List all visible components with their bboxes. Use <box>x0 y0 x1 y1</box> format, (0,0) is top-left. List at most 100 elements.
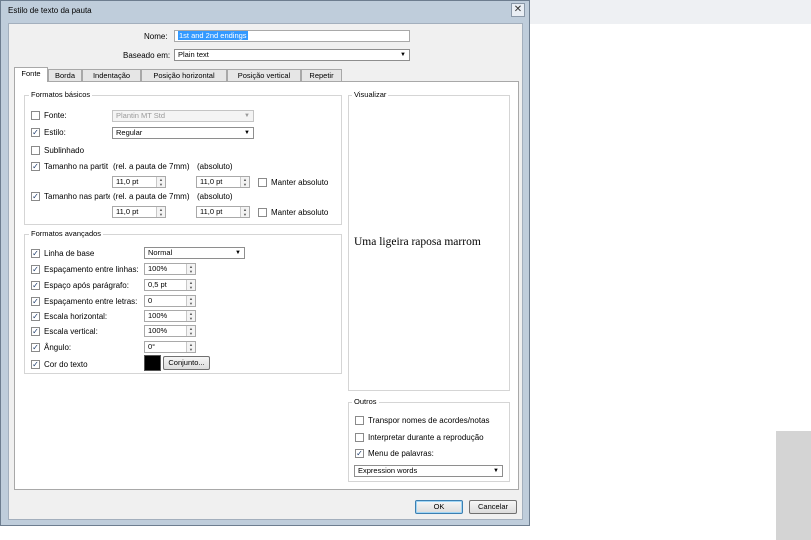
keep-abs-parts-checkbox[interactable] <box>258 208 267 217</box>
transpose-label: Transpor nomes de acordes/notas <box>368 416 490 425</box>
chevron-down-icon: ▼ <box>493 468 499 474</box>
hscale-label: Escala horizontal: <box>44 312 108 321</box>
background-window <box>530 0 811 24</box>
line-spacing-label: Espaçamento entre linhas: <box>44 265 139 274</box>
underline-label: Sublinhado <box>44 146 85 155</box>
size-parts-abs-value: 11,0 pt <box>200 207 223 216</box>
others-title: Outros <box>352 397 379 406</box>
spin-arrows-icon[interactable]: ▲ ▼ <box>240 207 249 217</box>
size-score-checkbox[interactable]: ✓ <box>31 162 40 171</box>
font-value: Plantin MT Std <box>116 111 166 120</box>
underline-checkbox[interactable] <box>31 146 40 155</box>
word-menu-select[interactable]: Expression words ▼ <box>354 465 503 477</box>
spin-arrows-icon[interactable]: ▲ ▼ <box>156 207 165 217</box>
set-color-button[interactable]: Conjunto... <box>163 356 210 370</box>
letter-spacing-checkbox[interactable]: ✓ <box>31 297 40 306</box>
chevron-down-icon: ▼ <box>244 113 250 119</box>
size-score-rel-stepper[interactable]: 11,0 pt ▲ ▼ <box>112 176 166 188</box>
angle-label: Ângulo: <box>44 343 72 352</box>
spin-arrows-icon[interactable]: ▲ ▼ <box>186 311 195 321</box>
chevron-down-icon: ▼ <box>235 250 241 256</box>
interpret-label: Interpretar durante a reprodução <box>368 433 484 442</box>
size-parts-abs-stepper[interactable]: 11,0 pt ▲ ▼ <box>196 206 250 218</box>
keep-abs-score-label: Manter absoluto <box>271 178 329 187</box>
transpose-checkbox[interactable] <box>355 416 364 425</box>
dialog-title: Estilo de texto da pauta <box>8 6 92 15</box>
hscale-stepper[interactable]: 100% ▲ ▼ <box>144 310 196 322</box>
size-parts-checkbox[interactable]: ✓ <box>31 192 40 201</box>
spin-arrows-icon[interactable]: ▲ ▼ <box>240 177 249 187</box>
baseline-label: Linha de base <box>44 249 95 258</box>
spin-arrows-icon[interactable]: ▲ ▼ <box>186 264 195 274</box>
based-on-label: Baseado em: <box>123 51 171 60</box>
size-score-abs-value: 11,0 pt <box>200 177 223 186</box>
size-score-rel-label: (rel. a pauta de 7mm) <box>113 162 190 171</box>
tab-fonte[interactable]: Fonte <box>14 67 48 82</box>
spin-arrows-icon[interactable]: ▲ ▼ <box>186 296 195 306</box>
style-checkbox[interactable]: ✓ <box>31 128 40 137</box>
space-after-value: 0,5 pt <box>148 280 167 289</box>
baseline-value: Normal <box>148 248 173 257</box>
keep-abs-parts-label: Manter absoluto <box>271 208 329 217</box>
hscale-value: 100% <box>148 311 168 320</box>
preview-sample-text: Uma ligeira raposa marrom <box>354 236 481 248</box>
size-score-rel-value: 11,0 pt <box>116 177 139 186</box>
space-after-stepper[interactable]: 0,5 pt ▲ ▼ <box>144 279 196 291</box>
cancel-button[interactable]: Cancelar <box>469 500 517 514</box>
text-color-swatch[interactable] <box>144 355 161 371</box>
keep-abs-score-checkbox[interactable] <box>258 178 267 187</box>
space-after-checkbox[interactable]: ✓ <box>31 281 40 290</box>
letter-spacing-stepper[interactable]: 0 ▲ ▼ <box>144 295 196 307</box>
background-panel <box>776 431 811 540</box>
font-checkbox[interactable] <box>31 111 40 120</box>
size-parts-rel-stepper[interactable]: 11,0 pt ▲ ▼ <box>112 206 166 218</box>
spin-arrows-icon[interactable]: ▲ ▼ <box>186 326 195 336</box>
vscale-value: 100% <box>148 326 168 335</box>
angle-checkbox[interactable]: ✓ <box>31 343 40 352</box>
size-parts-abs-label: (absoluto) <box>197 192 233 201</box>
interpret-checkbox[interactable] <box>355 433 364 442</box>
name-input[interactable]: 1st and 2nd endings <box>174 30 410 42</box>
spin-arrows-icon[interactable]: ▲ ▼ <box>156 177 165 187</box>
close-icon[interactable]: ✕ <box>511 3 525 17</box>
line-spacing-value: 100% <box>148 264 168 273</box>
line-spacing-checkbox[interactable]: ✓ <box>31 265 40 274</box>
style-value: Regular <box>116 128 143 137</box>
chevron-down-icon: ▼ <box>400 52 406 58</box>
baseline-checkbox[interactable]: ✓ <box>31 249 40 258</box>
staff-text-style-dialog: Estilo de texto da pauta ✕ Nome: 1st and… <box>0 0 530 526</box>
based-on-select[interactable]: Plain text ▼ <box>174 49 410 61</box>
ok-button[interactable]: OK <box>415 500 463 514</box>
baseline-select[interactable]: Normal ▼ <box>144 247 245 259</box>
name-value: 1st and 2nd endings <box>178 31 248 40</box>
font-label: Fonte: <box>44 111 67 120</box>
title-bar[interactable]: Estilo de texto da pauta ✕ <box>1 1 529 23</box>
line-spacing-stepper[interactable]: 100% ▲ ▼ <box>144 263 196 275</box>
basic-formats-title: Formatos básicos <box>29 90 93 99</box>
word-menu-checkbox[interactable]: ✓ <box>355 449 364 458</box>
based-on-value: Plain text <box>178 50 209 59</box>
size-score-abs-stepper[interactable]: 11,0 pt ▲ ▼ <box>196 176 250 188</box>
angle-stepper[interactable]: 0° ▲ ▼ <box>144 341 196 353</box>
letter-spacing-value: 0 <box>148 296 153 305</box>
hscale-checkbox[interactable]: ✓ <box>31 312 40 321</box>
style-label: Estilo: <box>44 128 66 137</box>
dialog-body: Nome: 1st and 2nd endings Baseado em: Pl… <box>8 23 523 520</box>
vscale-label: Escala vertical: <box>44 327 98 336</box>
angle-value: 0° <box>148 342 156 351</box>
advanced-formats-title: Formatos avançados <box>29 229 104 238</box>
text-color-checkbox[interactable]: ✓ <box>31 360 40 369</box>
font-select[interactable]: Plantin MT Std ▼ <box>112 110 254 122</box>
chevron-down-icon: ▼ <box>244 130 250 136</box>
spin-arrows-icon[interactable]: ▲ ▼ <box>186 342 195 352</box>
name-label: Nome: <box>144 32 168 41</box>
size-score-label: Tamanho na partit <box>44 162 109 171</box>
preview-title: Visualizar <box>352 90 389 99</box>
style-select[interactable]: Regular ▼ <box>112 127 254 139</box>
spin-arrows-icon[interactable]: ▲ ▼ <box>186 280 195 290</box>
letter-spacing-label: Espaçamento entre letras: <box>44 297 138 306</box>
vscale-checkbox[interactable]: ✓ <box>31 327 40 336</box>
vscale-stepper[interactable]: 100% ▲ ▼ <box>144 325 196 337</box>
size-score-abs-label: (absoluto) <box>197 162 233 171</box>
size-parts-label: Tamanho nas parte <box>44 192 110 201</box>
